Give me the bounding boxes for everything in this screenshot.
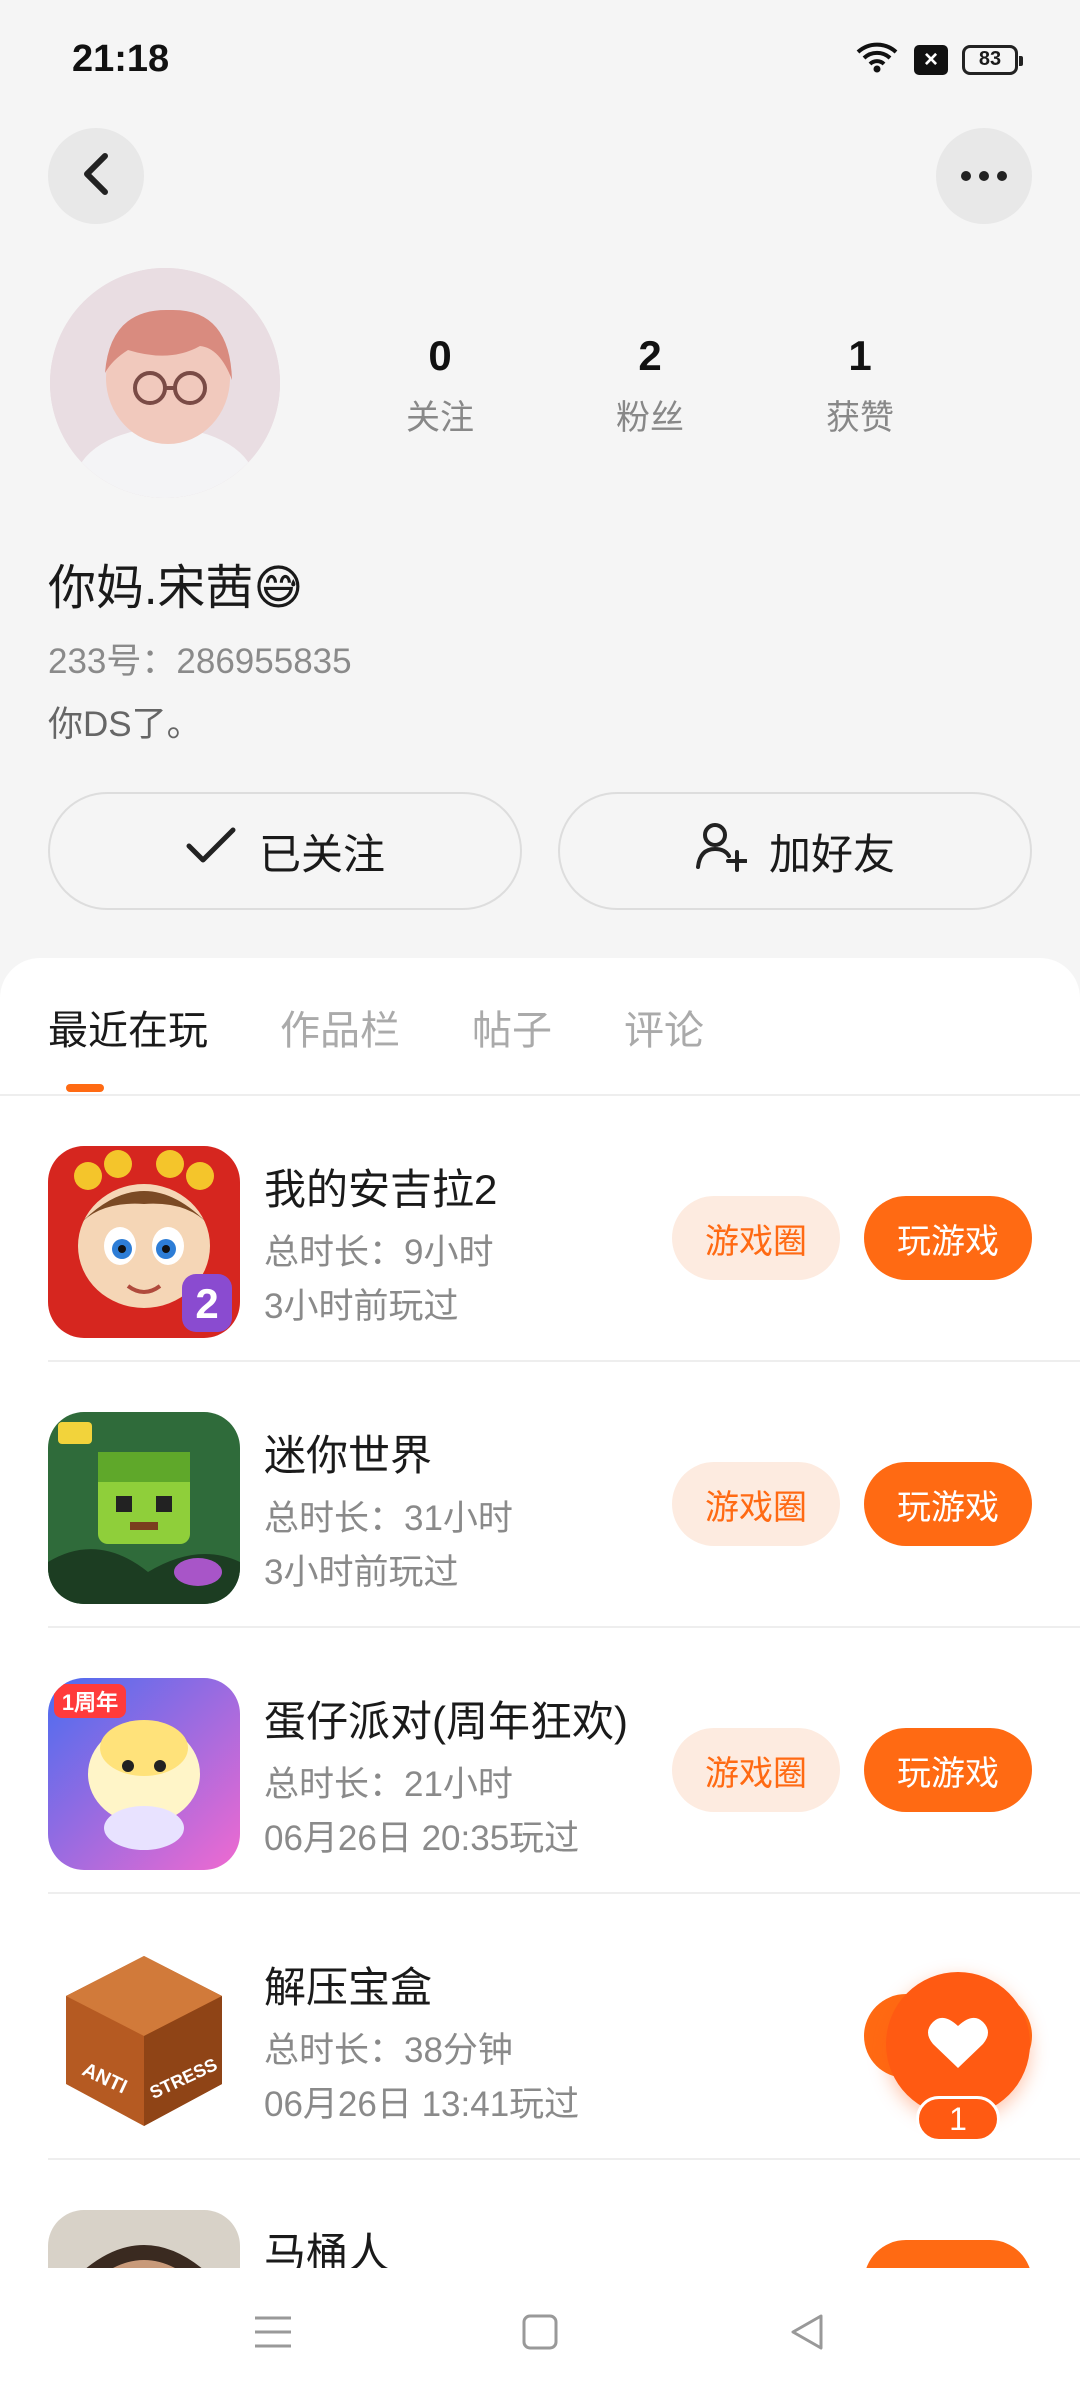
system-nav-bar bbox=[0, 2268, 1080, 2400]
game-last-played: 06月26日 13:41玩过 bbox=[264, 2085, 580, 2124]
game-last-played: 3小时前玩过 bbox=[264, 1287, 459, 1326]
tab-comments[interactable]: 评论 bbox=[624, 998, 704, 1056]
list-item[interactable]: 2 我的安吉拉2 总时长：9小时 3小时前玩过 游戏圈 玩游戏 bbox=[0, 1096, 1080, 1362]
tab-recently-played[interactable]: 最近在玩 bbox=[48, 998, 208, 1056]
like-count-badge: 1 bbox=[916, 2096, 1000, 2142]
game-name: 蛋仔派对(周年狂欢) bbox=[264, 1698, 628, 1745]
profile-tabs: 最近在玩 作品栏 帖子 评论 bbox=[48, 998, 704, 1056]
stat-label: 获赞 bbox=[826, 399, 894, 437]
stat-label: 关注 bbox=[406, 399, 474, 437]
add-user-icon bbox=[695, 820, 748, 882]
tab-works[interactable]: 作品栏 bbox=[280, 998, 400, 1056]
stat-value: 1 bbox=[848, 332, 872, 379]
game-circle-button[interactable]: 游戏圈 bbox=[672, 1728, 840, 1812]
tab-indicator bbox=[66, 1084, 104, 1092]
stat-value: 2 bbox=[638, 332, 662, 379]
bio: 你DS了。 bbox=[48, 705, 202, 744]
wifi-icon bbox=[854, 40, 900, 79]
status-icons: × 83 bbox=[854, 40, 1023, 79]
add-friend-label: 加好友 bbox=[768, 830, 895, 878]
list-item[interactable]: 1周年 蛋仔派对(周年狂欢) 总时长：21小时 06月26日 20:35玩过 游… bbox=[0, 1628, 1080, 1894]
close-box-icon: × bbox=[914, 44, 948, 75]
account-id: 233号：286955835 bbox=[48, 642, 352, 681]
list-item[interactable]: 马桶人 bbox=[0, 2160, 1080, 2268]
tab-posts[interactable]: 帖子 bbox=[472, 998, 552, 1056]
play-game-button[interactable]: 玩游戏 bbox=[864, 1728, 1032, 1812]
game-icon bbox=[48, 1412, 240, 1604]
avatar[interactable] bbox=[50, 268, 280, 498]
game-badge-text: 2 bbox=[195, 1280, 218, 1327]
game-duration: 总时长：21小时 bbox=[264, 1765, 513, 1804]
list-item[interactable]: 迷你世界 总时长：31小时 3小时前玩过 游戏圈 玩游戏 bbox=[0, 1362, 1080, 1628]
username: 你妈.宋茜😅 bbox=[48, 562, 304, 615]
back-button[interactable] bbox=[48, 128, 144, 224]
stat-following[interactable]: 0 关注 bbox=[370, 332, 510, 439]
heart-icon bbox=[927, 2014, 989, 2075]
game-duration: 总时长：38分钟 bbox=[264, 2031, 513, 2070]
followed-button[interactable]: 已关注 bbox=[48, 792, 522, 910]
back-triangle-icon[interactable] bbox=[787, 2312, 827, 2357]
like-fab[interactable] bbox=[886, 1972, 1030, 2116]
game-icon: ANTI STRESS bbox=[48, 1944, 240, 2136]
stat-value: 0 bbox=[428, 332, 452, 379]
game-icon: 1周年 bbox=[48, 1678, 240, 1870]
game-name: 解压宝盒 bbox=[264, 1964, 433, 2011]
game-name: 迷你世界 bbox=[264, 1432, 433, 1479]
play-game-button[interactable] bbox=[864, 2240, 1032, 2268]
battery-icon: 83 bbox=[962, 44, 1023, 75]
more-dots-icon bbox=[961, 171, 1007, 181]
status-time: 21:18 bbox=[72, 38, 170, 80]
game-circle-button[interactable]: 游戏圈 bbox=[672, 1462, 840, 1546]
stat-label: 粉丝 bbox=[616, 399, 684, 437]
game-circle-button[interactable]: 游戏圈 bbox=[672, 1196, 840, 1280]
stat-likes[interactable]: 1 获赞 bbox=[790, 332, 930, 439]
check-icon bbox=[185, 826, 237, 876]
game-name: 我的安吉拉2 bbox=[264, 1166, 498, 1213]
play-game-button[interactable]: 玩游戏 bbox=[864, 1196, 1032, 1280]
more-button[interactable] bbox=[936, 128, 1032, 224]
add-friend-button[interactable]: 加好友 bbox=[558, 792, 1032, 910]
game-duration: 总时长：31小时 bbox=[264, 1499, 513, 1538]
game-last-played: 06月26日 20:35玩过 bbox=[264, 1819, 580, 1858]
stat-followers[interactable]: 2 粉丝 bbox=[580, 332, 720, 439]
game-name: 马桶人 bbox=[264, 2230, 391, 2268]
menu-icon[interactable] bbox=[253, 2314, 293, 2355]
game-last-played: 3小时前玩过 bbox=[264, 1553, 459, 1592]
game-icon bbox=[48, 2210, 240, 2268]
game-icon: 2 bbox=[48, 1146, 240, 1338]
profile-stats: 0 关注 2 粉丝 1 获赞 bbox=[370, 332, 930, 439]
followed-label: 已关注 bbox=[258, 830, 385, 878]
game-badge-text: 1周年 bbox=[62, 1690, 118, 1715]
chevron-left-icon bbox=[79, 152, 113, 201]
game-duration: 总时长：9小时 bbox=[264, 1233, 494, 1272]
home-icon[interactable] bbox=[520, 2312, 560, 2357]
battery-level: 83 bbox=[978, 48, 1002, 70]
content-panel: 最近在玩 作品栏 帖子 评论 2 我的安吉拉2 总时长：9小时 3小时前玩过 游… bbox=[0, 958, 1080, 2400]
play-game-button[interactable]: 玩游戏 bbox=[864, 1462, 1032, 1546]
status-bar: 21:18 × 83 bbox=[0, 0, 1080, 120]
